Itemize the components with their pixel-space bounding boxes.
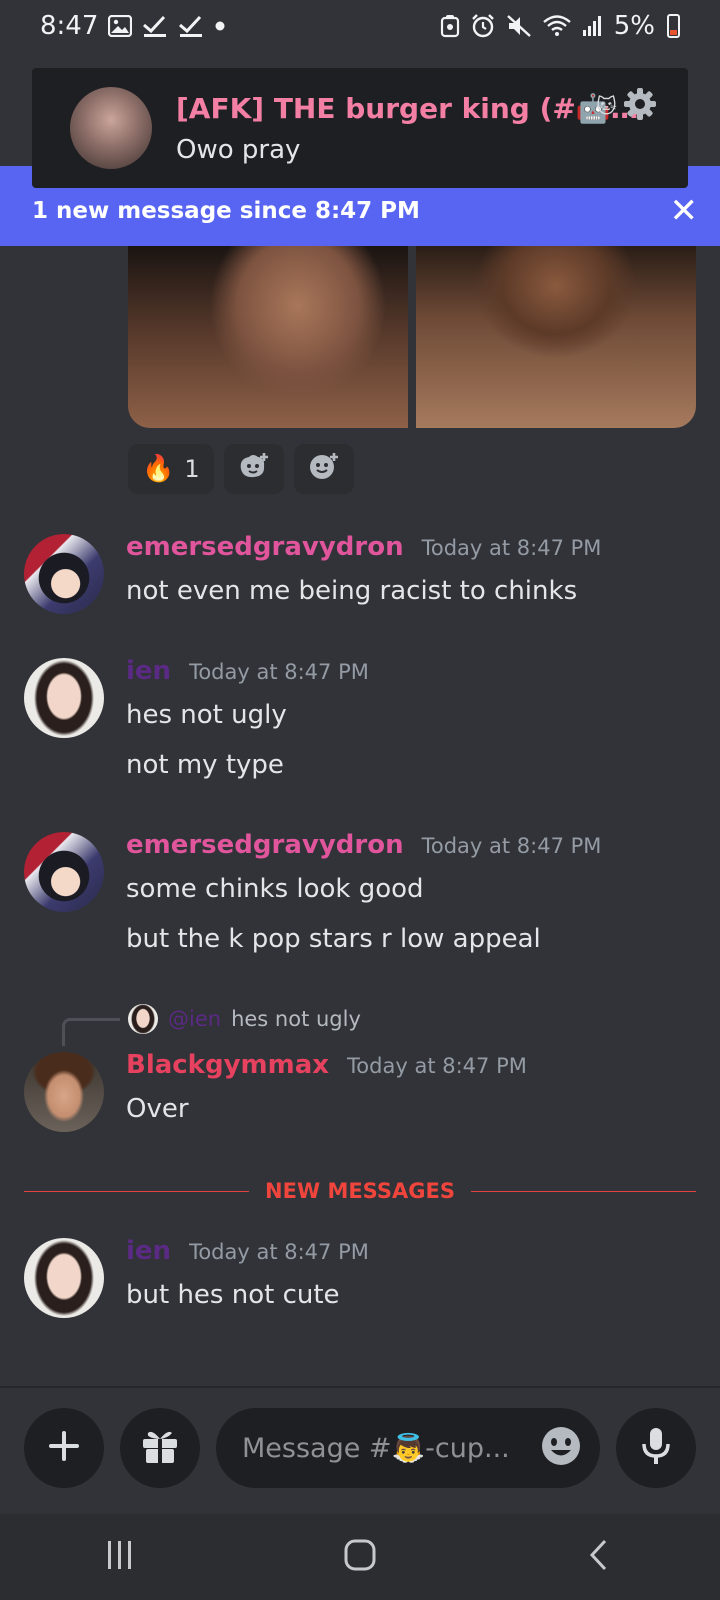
gift-icon <box>140 1427 180 1469</box>
battery-icon <box>667 14 680 38</box>
username[interactable]: emersedgravydron <box>126 532 404 562</box>
message-text: not my type <box>126 750 284 780</box>
timestamp: Today at 8:47 PM <box>421 536 602 560</box>
add-reaction-button[interactable] <box>293 444 354 494</box>
reply-preview[interactable]: @ien hes not ugly <box>128 1004 361 1034</box>
message-group[interactable]: emersedgravydron Today at 8:47 PM some c… <box>24 830 704 958</box>
voice-message-button[interactable] <box>616 1408 696 1488</box>
message-text: hes not ugly <box>126 700 287 730</box>
message-composer: Message #👼-cup... <box>0 1388 720 1514</box>
avatar[interactable] <box>24 1238 104 1318</box>
message-body: ien Today at 8:47 PM hes not ugly not my… <box>126 656 704 784</box>
message-text: but hes not cute <box>126 1280 340 1310</box>
new-messages-divider: NEW MESSAGES <box>24 1176 696 1206</box>
status-bar: 8:47 5% <box>0 0 720 52</box>
message-text: some chinks look good <box>126 874 424 904</box>
reply-avatar <box>128 1004 158 1034</box>
in-app-notification[interactable]: [AFK] THE burger king (#🤖… Owo pray 🐱 <box>32 68 688 188</box>
back-button[interactable] <box>583 1538 617 1576</box>
reply-mention: @ien <box>168 1007 222 1031</box>
notification-avatar <box>70 87 152 169</box>
notification-text: [AFK] THE burger king (#🤖… Owo pray <box>176 92 664 165</box>
system-navigation-bar <box>0 1514 720 1600</box>
message-input-placeholder: Message #👼-cup... <box>242 1433 510 1464</box>
emoji-button[interactable] <box>540 1425 582 1471</box>
username[interactable]: ien <box>126 656 171 686</box>
message-body: Blackgymmax Today at 8:47 PM Over <box>126 1050 704 1128</box>
recent-apps-button[interactable] <box>103 1538 137 1576</box>
message-group[interactable]: ien Today at 8:47 PM hes not ugly not my… <box>24 656 704 784</box>
notification-body: Owo pray <box>176 134 301 165</box>
add-super-reaction-button[interactable] <box>223 444 284 494</box>
timestamp: Today at 8:47 PM <box>189 1240 369 1264</box>
banner-text: 1 new message since 8:47 PM <box>32 198 420 224</box>
divider-line <box>24 1190 250 1192</box>
avatar[interactable] <box>24 534 104 614</box>
timestamp: Today at 8:47 PM <box>347 1054 527 1078</box>
fire-emoji: 🔥 <box>142 454 175 484</box>
plus-icon <box>47 1429 81 1467</box>
notification-settings-button[interactable]: 🐱 <box>596 86 658 126</box>
reply-text: hes not ugly <box>231 1007 361 1031</box>
divider-label: NEW MESSAGES <box>265 1179 455 1203</box>
avatar[interactable] <box>24 1052 104 1132</box>
gallery-icon <box>108 15 133 37</box>
hello-kitty-emoji: 🐱 <box>596 94 617 118</box>
mute-icon <box>506 14 532 38</box>
gift-button[interactable] <box>120 1408 200 1488</box>
reply-connector <box>62 1018 120 1046</box>
message-header: ien Today at 8:47 PM <box>126 656 704 696</box>
wifi-icon <box>542 14 572 38</box>
status-right: 5% <box>440 11 680 41</box>
microphone-icon <box>641 1426 671 1470</box>
divider-line <box>470 1190 696 1192</box>
message-body: emersedgravydron Today at 8:47 PM some c… <box>126 830 704 958</box>
timestamp: Today at 8:47 PM <box>421 834 602 858</box>
image-attachment[interactable] <box>128 246 408 428</box>
super-reaction-icon <box>237 451 271 487</box>
attach-button[interactable] <box>24 1408 104 1488</box>
checkmark-icon <box>178 14 204 38</box>
reaction-bar: 🔥 1 <box>128 444 354 494</box>
reaction-count: 1 <box>184 455 200 483</box>
username[interactable]: ien <box>126 1236 171 1266</box>
message-header: emersedgravydron Today at 8:47 PM <box>126 532 704 572</box>
status-left: 8:47 <box>40 11 226 41</box>
username[interactable]: Blackgymmax <box>126 1050 329 1080</box>
reaction-fire[interactable]: 🔥 1 <box>128 444 214 494</box>
avatar[interactable] <box>24 832 104 912</box>
message-text: Over <box>126 1094 189 1124</box>
message-input[interactable]: Message #👼-cup... <box>216 1408 600 1488</box>
image-attachment[interactable] <box>416 246 696 428</box>
avatar[interactable] <box>24 658 104 738</box>
image-attachments <box>128 246 696 428</box>
emoji-add-icon <box>307 451 341 487</box>
message-group[interactable]: emersedgravydron Today at 8:47 PM not ev… <box>24 532 704 614</box>
alarm-icon <box>470 13 496 39</box>
message-group[interactable]: ien Today at 8:47 PM but hes not cute <box>24 1236 704 1318</box>
notification-title: [AFK] THE burger king (#🤖… <box>176 91 639 125</box>
message-text: not even me being racist to chinks <box>126 576 578 606</box>
message-header: ien Today at 8:47 PM <box>126 1236 704 1276</box>
message-body: emersedgravydron Today at 8:47 PM not ev… <box>126 532 704 610</box>
message-body: ien Today at 8:47 PM but hes not cute <box>126 1236 704 1314</box>
timestamp: Today at 8:47 PM <box>189 660 369 684</box>
message-header: Blackgymmax Today at 8:47 PM <box>126 1050 704 1090</box>
home-button[interactable] <box>343 1538 377 1576</box>
close-icon[interactable]: ✕ <box>670 194 699 228</box>
dot-icon <box>214 20 226 32</box>
signal-icon <box>582 15 604 37</box>
lock-icon <box>440 14 460 38</box>
message-text: but the k pop stars r low appeal <box>126 924 541 954</box>
status-time: 8:47 <box>40 11 99 41</box>
username[interactable]: emersedgravydron <box>126 830 404 860</box>
checkmark-icon <box>142 14 168 38</box>
message-group[interactable]: Blackgymmax Today at 8:47 PM Over <box>24 1050 704 1132</box>
gear-icon <box>622 86 658 126</box>
battery-percent: 5% <box>613 11 655 41</box>
message-header: emersedgravydron Today at 8:47 PM <box>126 830 704 870</box>
